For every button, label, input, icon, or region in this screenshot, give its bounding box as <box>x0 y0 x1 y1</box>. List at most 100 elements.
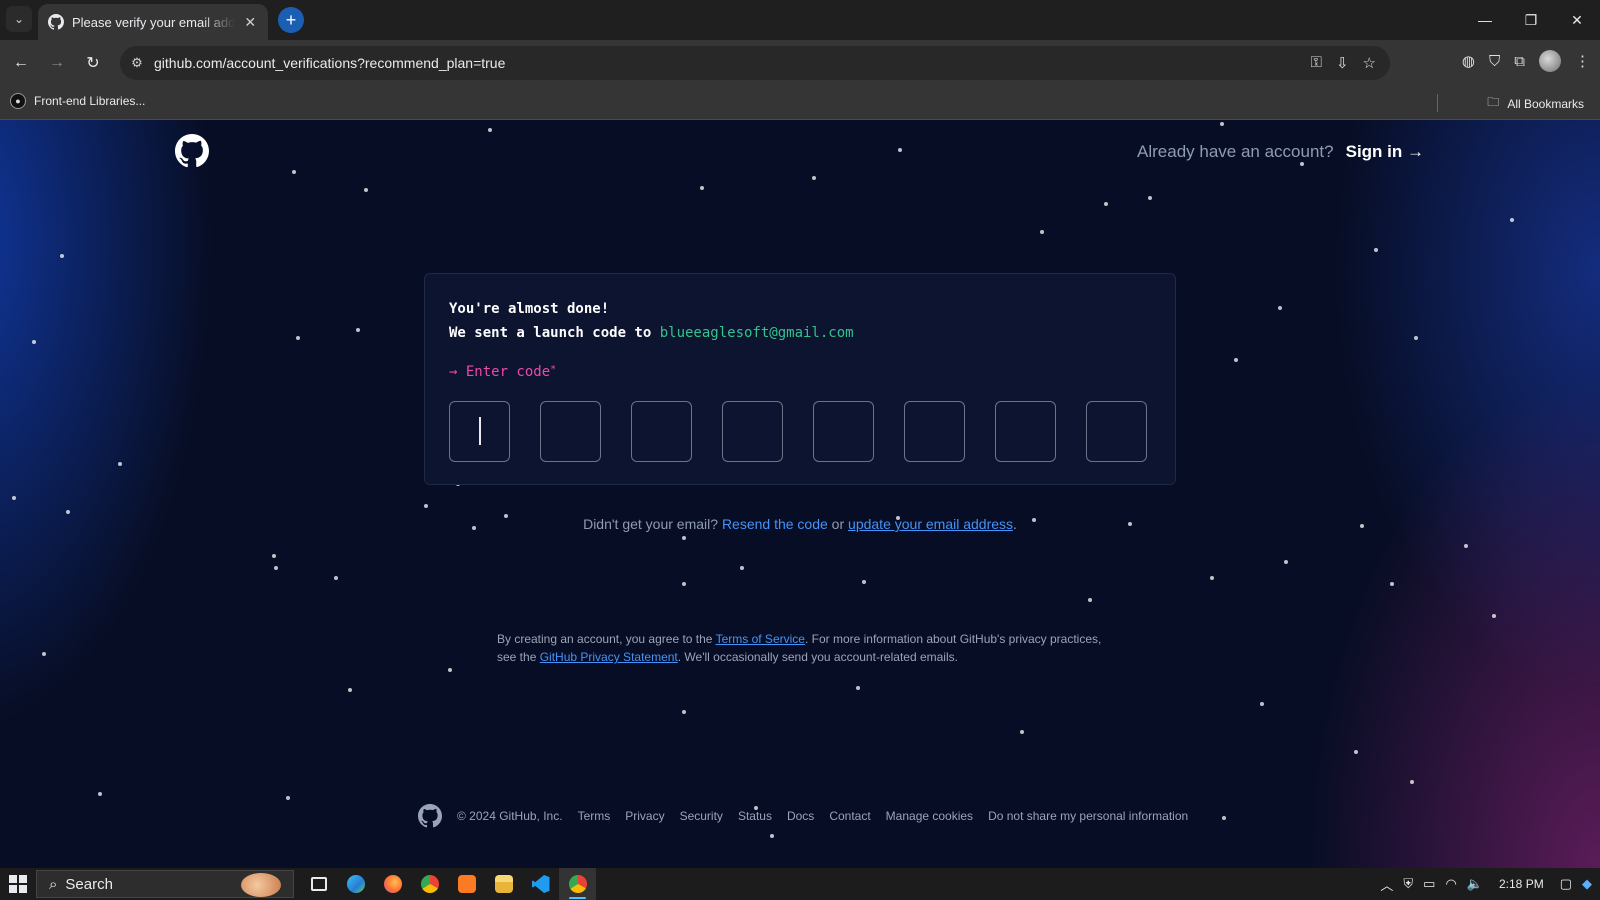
windows-taskbar: ⌕ Search ︿ ⛨ ▭ ◠ 🔈 2:18 PM ▢ ◆ <box>0 868 1600 900</box>
clock-time[interactable]: 2:18 PM <box>1499 877 1544 891</box>
footer-link-do-not-share[interactable]: Do not share my personal information <box>988 809 1188 823</box>
extensions-puzzle-icon[interactable]: ⧉ <box>1514 53 1525 70</box>
tab-title: Please verify your email address <box>72 14 235 30</box>
xampp-icon[interactable] <box>448 868 485 900</box>
github-footer-logo-icon[interactable] <box>418 804 442 828</box>
edge-icon[interactable] <box>337 868 374 900</box>
code-digit-2[interactable] <box>540 401 601 462</box>
code-digit-4[interactable] <box>722 401 783 462</box>
password-key-icon[interactable]: ⚿ <box>1311 54 1322 72</box>
minimize-icon[interactable]: — <box>1462 0 1508 40</box>
code-input-group <box>449 401 1147 462</box>
footer-link-status[interactable]: Status <box>738 809 772 823</box>
sign-in-link[interactable]: Sign in → <box>1346 142 1424 162</box>
chrome-icon[interactable] <box>411 868 448 900</box>
taskbar-apps <box>300 868 596 900</box>
bookmarks-bar: ● Front-end Libraries... 🗀 All Bookmarks <box>0 86 1600 120</box>
code-digit-7[interactable] <box>995 401 1056 462</box>
profile-avatar[interactable] <box>1539 50 1561 72</box>
code-digit-6[interactable] <box>904 401 965 462</box>
footer-link-privacy[interactable]: Privacy <box>625 809 664 823</box>
footer-link-manage-cookies[interactable]: Manage cookies <box>886 809 973 823</box>
back-icon[interactable]: ← <box>8 50 34 76</box>
search-highlight-image <box>241 873 281 897</box>
chevron-down-icon: ⌄ <box>13 12 25 26</box>
github-verify-page: Already have an account? Sign in → You'r… <box>0 120 1600 868</box>
reload-icon[interactable]: ↻ <box>80 50 106 76</box>
close-window-icon[interactable]: ✕ <box>1554 0 1600 40</box>
bookmark-label: Front-end Libraries... <box>34 94 146 108</box>
menu-kebab-icon[interactable]: ⋮ <box>1575 52 1590 70</box>
code-digit-3[interactable] <box>631 401 692 462</box>
page-footer: © 2024 GitHub, Inc. Terms Privacy Securi… <box>418 804 1188 828</box>
email-address: blueeaglesoft@gmail.com <box>659 325 854 341</box>
windows-start-icon[interactable] <box>8 874 28 894</box>
task-view-icon[interactable] <box>300 868 337 900</box>
signin-prompt: Already have an account? Sign in → <box>1137 142 1424 162</box>
shield-extension-icon[interactable]: ⛉ <box>1489 53 1500 70</box>
already-have-account-text: Already have an account? <box>1137 142 1334 161</box>
resend-or-text: or <box>827 516 849 532</box>
footer-link-terms[interactable]: Terms <box>578 809 611 823</box>
privacy-statement-link[interactable]: GitHub Privacy Statement <box>540 650 678 664</box>
footer-link-docs[interactable]: Docs <box>787 809 814 823</box>
code-digit-8[interactable] <box>1086 401 1147 462</box>
legal-notice: By creating an account, you agree to the… <box>497 630 1117 666</box>
terms-of-service-link[interactable]: Terms of Service <box>716 632 805 646</box>
security-shield-icon[interactable]: ⛨ <box>1403 876 1413 892</box>
taskbar-search-box[interactable]: ⌕ Search <box>36 870 294 898</box>
legal-text-1: By creating an account, you agree to the <box>497 632 716 646</box>
all-bookmarks-button[interactable]: 🗀 All Bookmarks <box>1487 93 1584 114</box>
taskbar-search-label: Search <box>65 875 113 893</box>
footer-link-security[interactable]: Security <box>680 809 723 823</box>
chevron-up-icon[interactable]: ︿ <box>1380 875 1393 894</box>
bookmark-front-end-libraries[interactable]: ● Front-end Libraries... <box>10 93 145 109</box>
address-bar[interactable]: ⚙ github.com/account_verifications?recom… <box>120 46 1390 80</box>
github-favicon-icon <box>48 14 64 30</box>
bookmark-favicon-icon: ● <box>10 93 26 109</box>
tab-bar: ⌄ Please verify your email address ✕ + —… <box>0 0 1600 40</box>
vscode-icon[interactable] <box>522 868 559 900</box>
launch-code-prefix: We sent a launch code to <box>449 325 660 341</box>
system-tray: ︿ ⛨ ▭ ◠ 🔈 2:18 PM ▢ ◆ <box>1380 868 1600 900</box>
restore-icon[interactable]: ❐ <box>1508 0 1554 40</box>
site-info-icon[interactable]: ⚙ <box>120 55 154 71</box>
didnt-get-email-text: Didn't get your email? <box>583 516 722 532</box>
legal-text-3: . We'll occasionally send you account-re… <box>677 650 958 664</box>
url-text[interactable]: github.com/account_verifications?recomme… <box>154 55 1311 71</box>
bookmarks-divider <box>1437 94 1438 112</box>
code-digit-5[interactable] <box>813 401 874 462</box>
notifications-icon[interactable]: ▢ <box>1560 876 1572 892</box>
active-tab[interactable]: Please verify your email address ✕ <box>38 4 268 40</box>
enter-code-label: → Enter code* <box>449 364 556 380</box>
new-tab-button[interactable]: + <box>278 7 304 33</box>
almost-done-heading: You're almost done! <box>449 301 610 317</box>
tab-search-button[interactable]: ⌄ <box>6 6 32 32</box>
wifi-icon[interactable]: ◠ <box>1445 876 1456 892</box>
tab-close-icon[interactable]: ✕ <box>243 14 258 31</box>
window-controls: — ❐ ✕ <box>1462 0 1600 40</box>
forward-icon[interactable]: → <box>44 50 70 76</box>
update-email-link[interactable]: update your email address <box>848 516 1013 532</box>
bookmark-star-icon[interactable]: ☆ <box>1363 54 1376 72</box>
volume-icon[interactable]: 🔈 <box>1467 876 1483 892</box>
battery-icon[interactable]: ▭ <box>1423 876 1435 892</box>
chrome-active-icon[interactable] <box>559 868 596 900</box>
globe-extension-icon[interactable]: ◍ <box>1462 52 1475 70</box>
resend-suffix: . <box>1013 516 1017 532</box>
search-icon: ⌕ <box>49 875 58 893</box>
footer-copyright: © 2024 GitHub, Inc. <box>457 809 563 823</box>
enter-code-text: → Enter code <box>449 364 551 380</box>
browser-toolbar: ← → ↻ ⚙ github.com/account_verifications… <box>0 40 1600 86</box>
folder-icon: 🗀 <box>1487 95 1500 109</box>
firefox-icon[interactable] <box>374 868 411 900</box>
file-explorer-icon[interactable] <box>485 868 522 900</box>
resend-row: Didn't get your email? Resend the code o… <box>0 516 1600 532</box>
install-app-icon[interactable]: ⇩ <box>1336 54 1349 72</box>
resend-code-link[interactable]: Resend the code <box>722 516 828 532</box>
verification-card: You're almost done! We sent a launch cod… <box>424 273 1176 485</box>
github-logo-icon[interactable] <box>175 134 209 168</box>
footer-link-contact[interactable]: Contact <box>829 809 870 823</box>
copilot-icon[interactable]: ◆ <box>1582 876 1592 892</box>
required-asterisk: * <box>550 364 557 375</box>
